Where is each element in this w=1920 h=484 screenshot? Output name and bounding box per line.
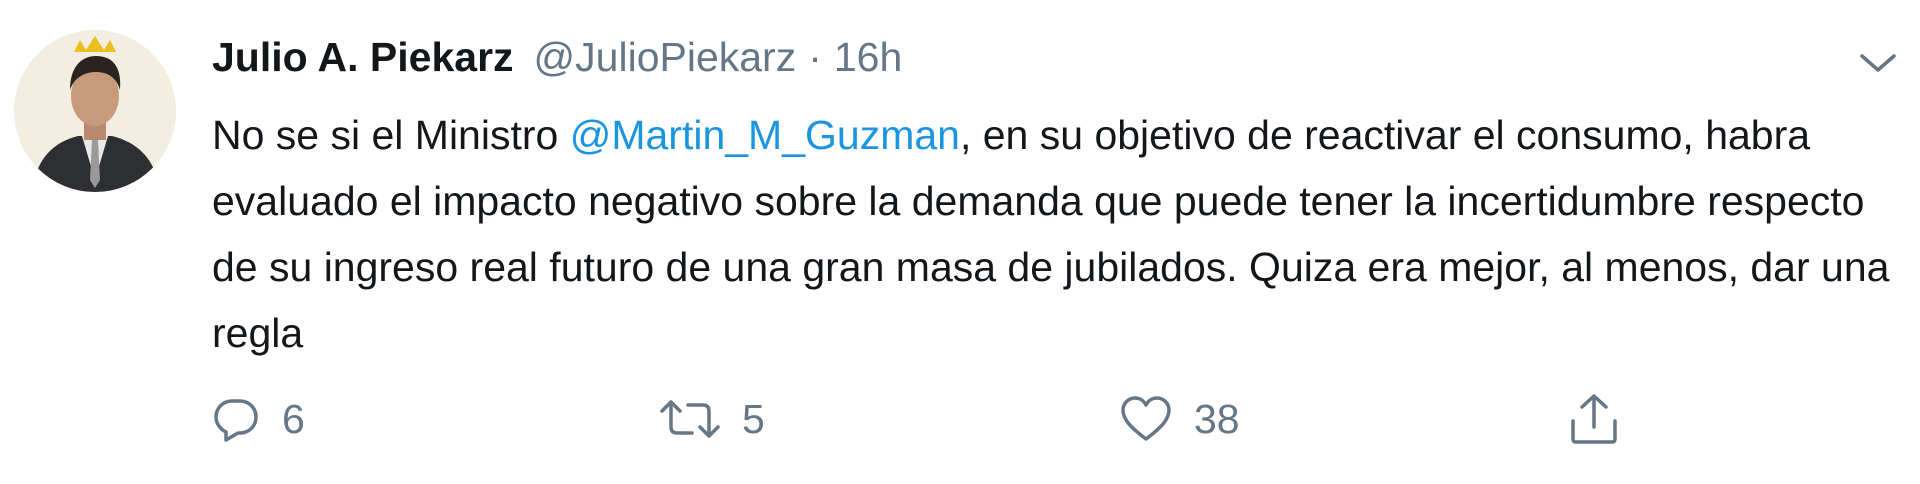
tweet-timestamp[interactable]: 16h bbox=[834, 34, 902, 81]
heart-icon bbox=[1120, 395, 1172, 443]
reply-icon bbox=[212, 395, 260, 443]
author-display-name[interactable]: Julio A. Piekarz bbox=[212, 34, 514, 81]
retweet-count: 5 bbox=[742, 395, 765, 442]
chevron-down-icon bbox=[1860, 54, 1896, 72]
retweet-icon bbox=[660, 395, 720, 443]
like-button[interactable]: 38 bbox=[1120, 388, 1240, 450]
tweet-header: Julio A. Piekarz @JulioPiekarz · 16h bbox=[212, 34, 902, 94]
share-icon bbox=[1568, 393, 1620, 445]
tweet-actions: 6 5 38 bbox=[212, 388, 1912, 450]
author-handle[interactable]: @JulioPiekarz bbox=[534, 34, 797, 81]
tweet-text-start: No se si el Ministro bbox=[212, 112, 570, 158]
retweet-button[interactable]: 5 bbox=[660, 388, 765, 450]
separator-dot: · bbox=[808, 34, 822, 80]
avatar[interactable] bbox=[14, 30, 176, 192]
reply-count: 6 bbox=[282, 395, 305, 442]
reply-button[interactable]: 6 bbox=[212, 388, 305, 450]
tweet-text: No se si el Ministro @Martin_M_Guzman, e… bbox=[212, 102, 1902, 366]
more-options-button[interactable] bbox=[1856, 48, 1900, 78]
tweet-card[interactable]: Julio A. Piekarz @JulioPiekarz · 16h No … bbox=[0, 0, 1920, 484]
profile-photo-icon bbox=[14, 30, 176, 192]
share-button[interactable] bbox=[1568, 388, 1620, 450]
mention-link[interactable]: @Martin_M_Guzman bbox=[570, 112, 960, 158]
like-count: 38 bbox=[1194, 395, 1240, 442]
